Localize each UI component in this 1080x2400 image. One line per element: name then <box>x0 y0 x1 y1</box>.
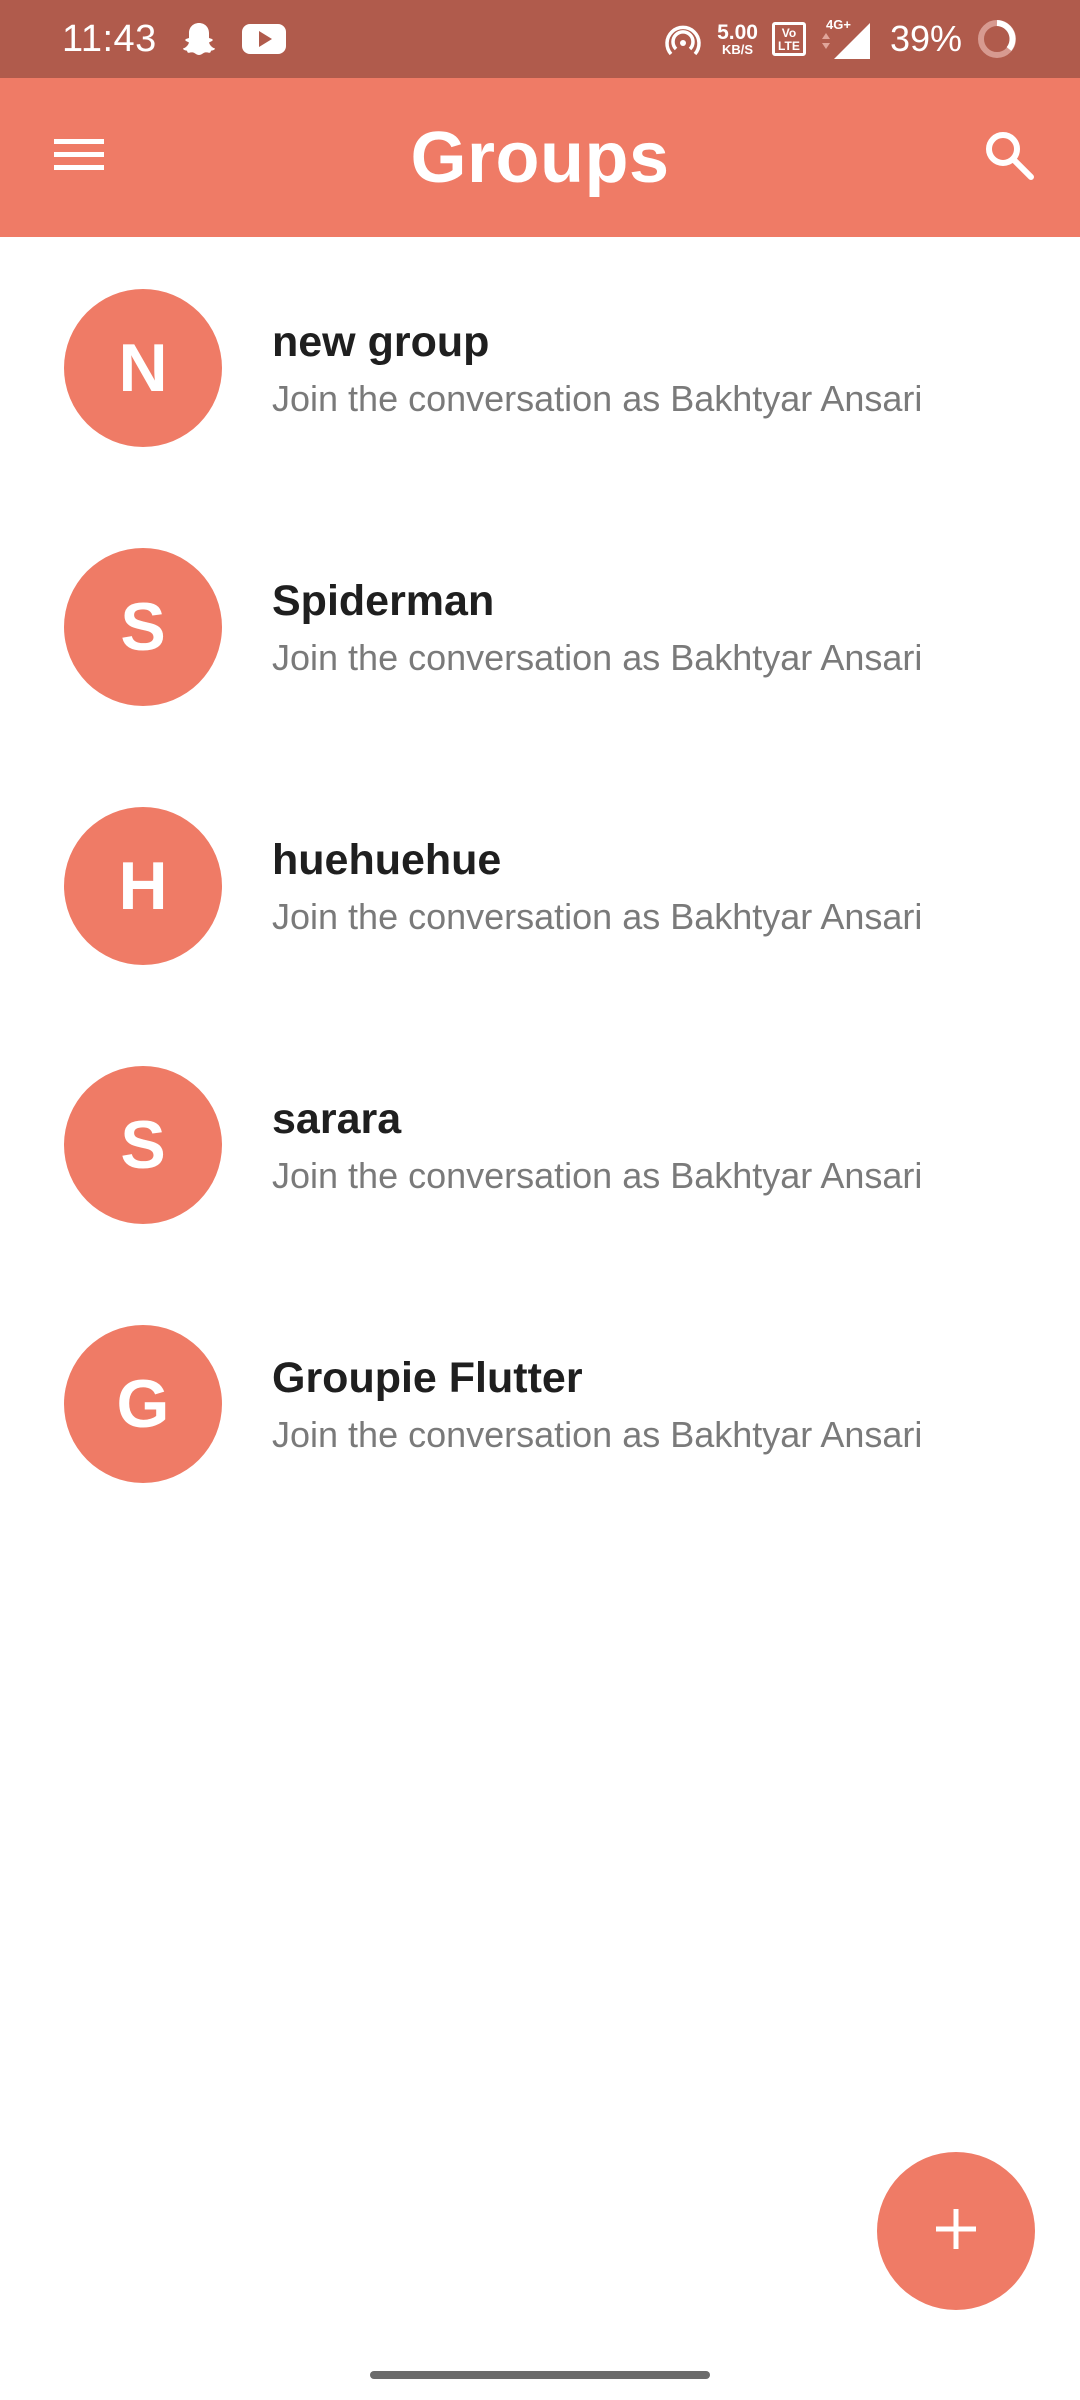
network-type-label: 4G+ <box>826 17 851 32</box>
list-item[interactable]: G Groupie Flutter Join the conversation … <box>0 1273 1080 1532</box>
list-item[interactable]: S Spiderman Join the conversation as Bak… <box>0 496 1080 755</box>
avatar: S <box>64 1066 222 1224</box>
group-name: sarara <box>272 1095 402 1143</box>
hamburger-menu-icon <box>52 135 106 180</box>
group-name: huehuehue <box>272 836 502 884</box>
group-name: Spiderman <box>272 577 495 625</box>
page-title: Groups <box>410 117 670 198</box>
home-indicator[interactable] <box>370 2371 710 2379</box>
group-subtitle: Join the conversation as Bakhtyar Ansari <box>272 896 923 937</box>
battery-ring-icon <box>976 18 1018 60</box>
battery-percent: 39% <box>889 18 962 59</box>
search-icon <box>982 128 1036 187</box>
menu-button[interactable] <box>48 127 110 189</box>
snapchat-icon <box>179 19 219 59</box>
group-name: Groupie Flutter <box>272 1354 583 1402</box>
group-subtitle: Join the conversation as Bakhtyar Ansari <box>272 1414 923 1455</box>
volte-icon: Vo LTE <box>771 22 806 56</box>
avatar: S <box>64 548 222 706</box>
group-subtitle: Join the conversation as Bakhtyar Ansari <box>272 637 923 678</box>
hotspot-icon <box>663 19 703 59</box>
list-item[interactable]: N new group Join the conversation as Bak… <box>0 237 1080 496</box>
group-subtitle: Join the conversation as Bakhtyar Ansari <box>272 1155 923 1196</box>
status-time: 11:43 <box>62 17 157 60</box>
add-group-button[interactable] <box>877 2152 1035 2310</box>
avatar: N <box>64 289 222 447</box>
youtube-icon <box>241 22 287 56</box>
network-speed: 5.00 KB/S <box>717 22 758 56</box>
plus-icon <box>932 2205 980 2258</box>
group-subtitle: Join the conversation as Bakhtyar Ansari <box>272 378 923 419</box>
avatar: H <box>64 807 222 965</box>
signal-icon: 4G+ <box>820 17 876 61</box>
group-list: N new group Join the conversation as Bak… <box>0 237 1080 1532</box>
avatar: G <box>64 1325 222 1483</box>
list-item[interactable]: H huehuehue Join the conversation as Bak… <box>0 755 1080 1014</box>
network-speed-value: 5.00 <box>717 21 758 44</box>
app-bar: Groups <box>0 78 1080 237</box>
network-speed-unit: KB/S <box>721 42 754 57</box>
status-bar: 11:43 5.00 KB/S Vo LTE 4G+ 39% <box>0 0 1080 78</box>
group-name: new group <box>272 318 490 366</box>
search-button[interactable] <box>976 125 1042 191</box>
list-item[interactable]: S sarara Join the conversation as Bakhty… <box>0 1014 1080 1273</box>
